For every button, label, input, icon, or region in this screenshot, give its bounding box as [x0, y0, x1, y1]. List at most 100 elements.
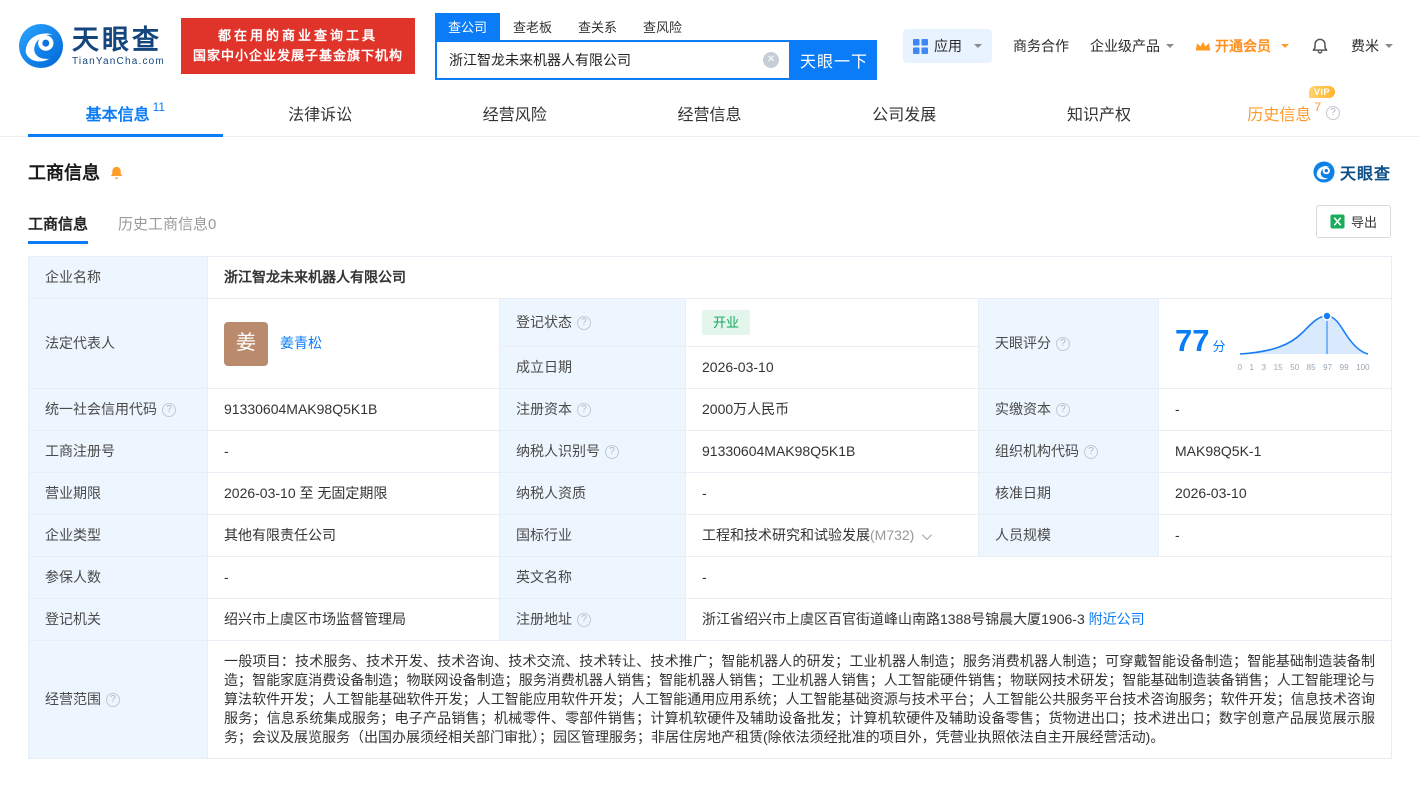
crown-icon — [1195, 41, 1211, 50]
table-row: 参保人数 - 英文名称 - — [28, 556, 1392, 599]
help-icon[interactable] — [1326, 106, 1341, 120]
avatar[interactable]: 姜 — [224, 321, 268, 366]
field-label: 登记机关 — [45, 611, 101, 627]
enterprise-products-menu[interactable]: 企业级产品 — [1090, 36, 1174, 56]
table-row: 统一社会信用代码 91330604MAK98Q5K1B 注册资本 2000万人民… — [28, 388, 1392, 431]
chevron-down-icon[interactable] — [922, 530, 933, 541]
company-name-value: 浙江智龙未来机器人有限公司 — [207, 256, 1392, 299]
apps-menu[interactable]: 应用 — [903, 29, 992, 63]
search-tabs: 查公司 查老板 查关系 查风险 — [434, 12, 877, 40]
clear-search-icon[interactable] — [762, 51, 779, 68]
notification-bell-icon[interactable] — [1310, 36, 1330, 56]
field-label: 英文名称 — [516, 569, 572, 585]
vip-upgrade-menu[interactable]: 开通会员 — [1195, 36, 1289, 56]
tab-label: 公司发展 — [872, 107, 937, 124]
apps-menu-label: 应用 — [934, 38, 962, 54]
score-unit: 分 — [1212, 339, 1226, 354]
chevron-down-icon — [1281, 44, 1289, 52]
help-icon[interactable] — [605, 444, 619, 459]
score-distribution-chart: 0 1 3 15 50 85 97 99 100 — [1238, 310, 1370, 377]
tianyan-score[interactable]: 77 分 0 1 3 15 50 85 97 99 100 — [1175, 310, 1375, 377]
legal-rep-link[interactable]: 姜青松 — [280, 334, 322, 353]
search-tab-risk[interactable]: 查风险 — [630, 13, 695, 40]
search-tab-boss[interactable]: 查老板 — [500, 13, 565, 40]
tab-intellectual-property[interactable]: 知识产权 — [1002, 90, 1197, 136]
help-icon[interactable] — [106, 692, 120, 707]
search-tab-relation[interactable]: 查关系 — [565, 13, 630, 40]
help-icon[interactable] — [1056, 402, 1070, 417]
tab-operation-info[interactable]: 经营信息 — [612, 90, 807, 136]
tianyancha-logo[interactable]: 天眼查 TianYanCha.com — [18, 23, 165, 69]
table-row: 工商注册号 - 纳税人识别号 91330604MAK98Q5K1B 组织机构代码… — [28, 430, 1392, 473]
table-row: 登记机关 绍兴市上虞区市场监督管理局 注册地址 浙江省绍兴市上虞区百官街道峰山南… — [28, 598, 1392, 641]
business-term-value: 2026-03-10 至 无固定期限 — [207, 472, 500, 515]
subtab-label: 历史工商信息 — [118, 216, 209, 233]
table-row: 营业期限 2026-03-10 至 无固定期限 纳税人资质 - 核准日期 202… — [28, 472, 1392, 515]
tab-basic-info[interactable]: 基本信息 11 — [28, 90, 223, 137]
help-icon[interactable] — [577, 402, 591, 417]
top-header: 天眼查 TianYanCha.com 都在用的商业查询工具 国家中小企业发展子基… — [0, 0, 1419, 90]
business-cooperation-link[interactable]: 商务合作 — [1013, 36, 1069, 56]
vip-upgrade-label: 开通会员 — [1215, 38, 1271, 54]
field-label: 经营范围 — [45, 691, 101, 707]
field-label: 登记状态 — [516, 314, 572, 330]
org-code-value: MAK98Q5K-1 — [1158, 430, 1392, 473]
tab-label: 历史信息 — [1247, 107, 1312, 124]
establish-date-value: 2026-03-10 — [685, 346, 979, 389]
reg-number-value: - — [207, 430, 500, 473]
subscribe-bell-icon[interactable] — [108, 164, 125, 181]
industry-value-cell: 工程和技术研究和试验发展(M732) — [685, 514, 979, 557]
help-icon[interactable] — [162, 402, 176, 417]
field-label: 营业期限 — [45, 485, 101, 501]
english-name-value: - — [685, 556, 1392, 599]
table-row: 企业名称 浙江智龙未来机器人有限公司 — [28, 256, 1392, 299]
field-label: 统一社会信用代码 — [45, 401, 157, 417]
section-title: 工商信息 — [28, 163, 100, 183]
reg-capital-value: 2000万人民币 — [685, 388, 979, 431]
staff-size-value: - — [1158, 514, 1392, 557]
vip-badge: VIP — [1309, 86, 1336, 98]
approval-date-value: 2026-03-10 — [1158, 472, 1392, 515]
field-label: 人员规模 — [995, 527, 1051, 543]
export-button[interactable]: 导出 — [1315, 205, 1391, 238]
chevron-down-icon — [974, 44, 982, 52]
logo-text: 天眼查 TianYanCha.com — [72, 26, 165, 67]
field-label: 注册资本 — [516, 401, 572, 417]
tab-legal-proceedings[interactable]: 法律诉讼 — [223, 90, 418, 136]
help-icon[interactable] — [577, 612, 591, 627]
legal-rep-cell: 姜 姜青松 — [224, 321, 483, 366]
business-scope-value: 一般项目：技术服务、技术开发、技术咨询、技术交流、技术转让、技术推广；智能机器人… — [207, 640, 1392, 759]
search-row: 天眼一下 — [434, 39, 877, 80]
search-tab-company[interactable]: 查公司 — [434, 12, 500, 40]
tab-label: 知识产权 — [1066, 107, 1131, 124]
field-label: 成立日期 — [516, 359, 572, 375]
search-button[interactable]: 天眼一下 — [790, 39, 877, 80]
tab-label: 法律诉讼 — [288, 107, 353, 124]
subtab-business-info[interactable]: 工商信息 — [28, 213, 89, 244]
taxpayer-id-value: 91330604MAK98Q5K1B — [685, 430, 979, 473]
user-menu[interactable]: 费米 — [1351, 36, 1393, 56]
search-area: 查公司 查老板 查关系 查风险 天眼一下 — [434, 12, 877, 80]
field-label: 纳税人资质 — [516, 485, 586, 501]
tab-count: 7 — [1314, 100, 1322, 114]
field-label: 核准日期 — [995, 485, 1051, 501]
business-info-table: 企业名称 浙江智龙未来机器人有限公司 法定代表人 姜 姜青松 登记状态 开业 天… — [28, 256, 1392, 759]
tab-company-development[interactable]: 公司发展 — [807, 90, 1002, 136]
reg-address-value: 浙江省绍兴市上虞区百官街道峰山南路1388号锦晨大厦1906-3 — [702, 611, 1085, 627]
subtab-history-business-info[interactable]: 历史工商信息0 — [118, 213, 216, 244]
tab-count: 11 — [152, 100, 166, 114]
industry-code: (M732) — [870, 527, 915, 543]
field-label: 企业类型 — [45, 527, 101, 543]
help-icon[interactable] — [577, 315, 591, 330]
subtabs-row: 工商信息 历史工商信息0 导出 — [0, 201, 1419, 244]
help-icon[interactable] — [1084, 444, 1098, 459]
field-label: 实缴资本 — [995, 401, 1051, 417]
reg-address-cell: 浙江省绍兴市上虞区百官街道峰山南路1388号锦晨大厦1906-3 附近公司 — [685, 598, 1392, 641]
tab-history-info[interactable]: VIP 历史信息 7 — [1196, 86, 1391, 136]
promo-line1: 都在用的商业查询工具 — [217, 28, 378, 43]
search-input[interactable] — [436, 51, 789, 68]
nearby-companies-link[interactable]: 附近公司 — [1089, 611, 1145, 627]
tab-operation-risk[interactable]: 经营风险 — [417, 90, 612, 136]
table-row: 法定代表人 姜 姜青松 登记状态 开业 天眼评分 77分 — [28, 298, 1392, 389]
help-icon[interactable] — [1056, 336, 1070, 351]
